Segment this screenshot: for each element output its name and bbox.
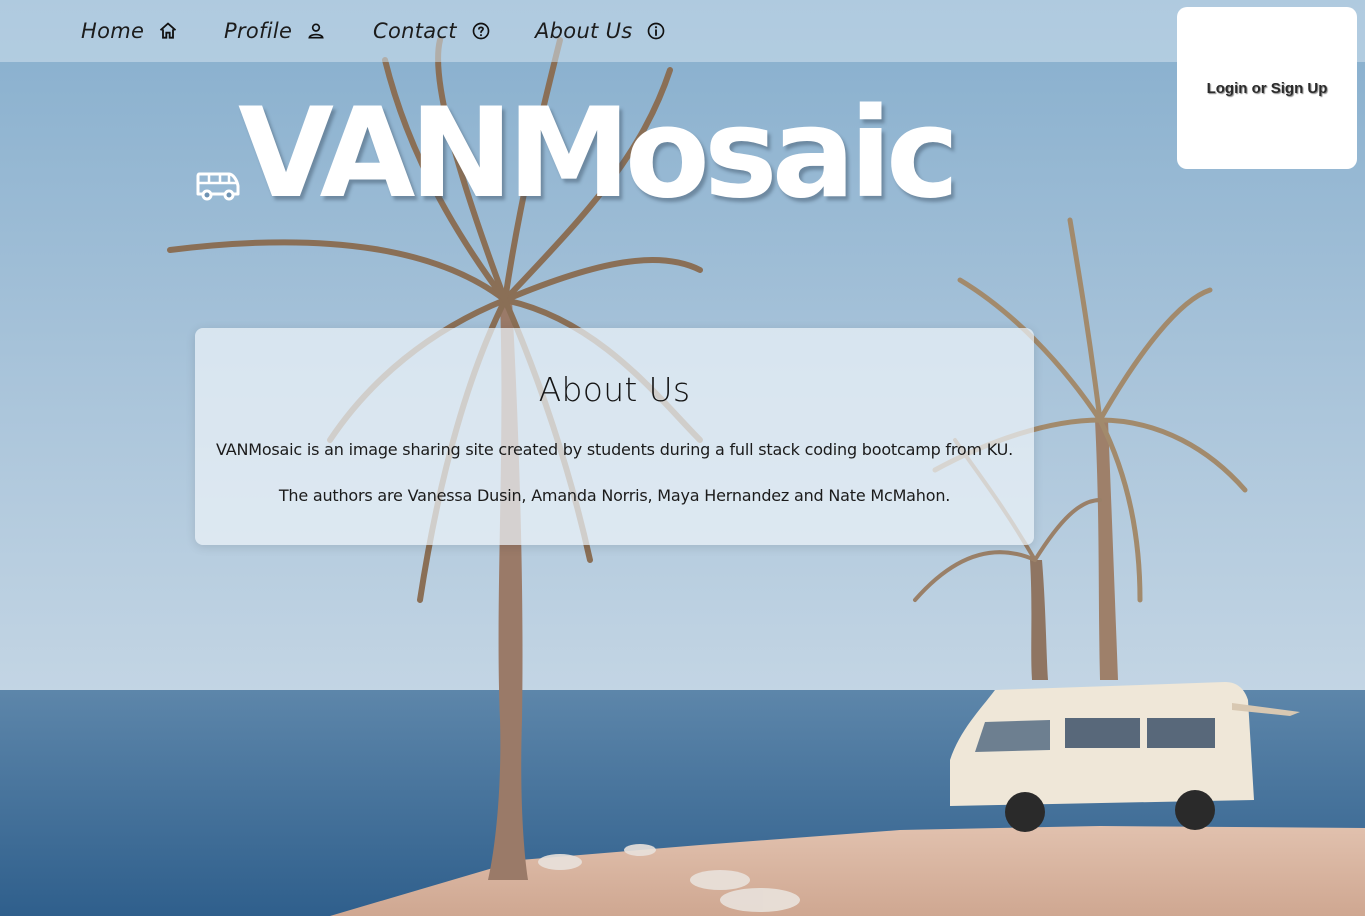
- info-icon: [646, 21, 666, 41]
- login-signup-button[interactable]: Login or Sign Up: [1177, 7, 1357, 169]
- nav-home-label: Home: [81, 19, 145, 43]
- about-title: About Us: [538, 370, 691, 409]
- nav-home[interactable]: Home: [81, 14, 178, 48]
- user-icon: [306, 21, 326, 41]
- nav-contact-label: Contact: [373, 19, 457, 43]
- top-nav: Home Profile Contact About Us: [0, 0, 1365, 62]
- page: Home Profile Contact About Us Login or S…: [0, 0, 1365, 916]
- van-icon: [195, 168, 241, 202]
- home-icon: [158, 21, 178, 41]
- about-paragraph-description: VANMosaic is an image sharing site creat…: [215, 440, 1013, 459]
- nav-profile-label: Profile: [224, 19, 293, 43]
- question-icon: [471, 21, 491, 41]
- nav-about[interactable]: About Us: [535, 14, 666, 48]
- about-card: About Us VANMosaic is an image sharing s…: [195, 328, 1034, 545]
- nav-profile[interactable]: Profile: [224, 14, 326, 48]
- nav-about-label: About Us: [535, 19, 633, 43]
- site-logo: VANMosaic: [238, 82, 959, 226]
- about-paragraph-authors: The authors are Vanessa Dusin, Amanda No…: [278, 486, 951, 505]
- nav-contact[interactable]: Contact: [373, 14, 491, 48]
- login-signup-label: Login or Sign Up: [1206, 79, 1328, 97]
